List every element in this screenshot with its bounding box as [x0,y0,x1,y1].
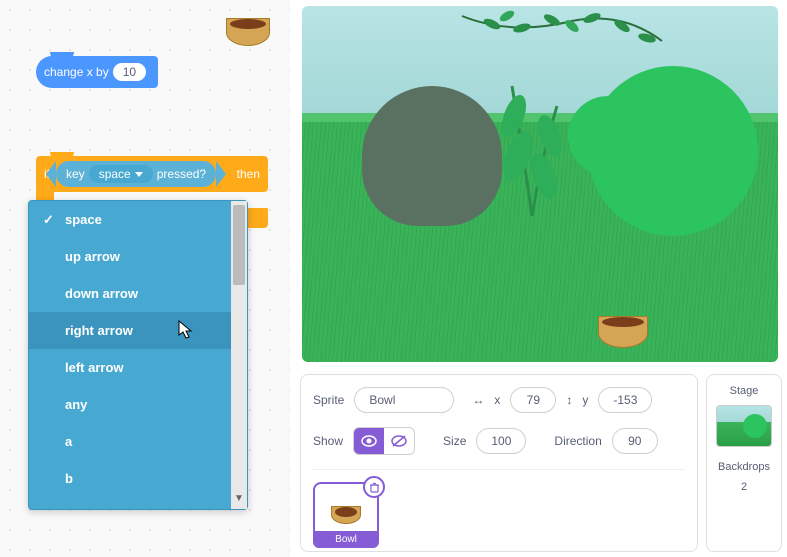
stage-bowl-sprite [598,316,648,348]
pressed-label: pressed? [157,167,206,181]
dropdown-item-space[interactable]: space [29,201,231,238]
scroll-down-icon[interactable]: ▼ [233,493,245,505]
change-x-by-block[interactable]: change x by 10 [36,56,158,88]
xy-icon: ↔ [472,393,484,407]
sprite-name-input[interactable]: Bowl [354,387,454,413]
stage-panel: Stage Backdrops 2 [706,374,782,552]
if-then-block[interactable]: if key space pressed? then [36,156,268,192]
chevron-down-icon [135,172,143,177]
y-input[interactable]: -153 [598,387,652,413]
direction-label: Direction [554,434,601,448]
show-label: Show [313,434,343,448]
block-label: change x by [44,65,109,79]
delete-sprite-button[interactable] [363,476,385,498]
backdrop-thumbnail[interactable] [716,405,772,447]
eye-icon [361,435,377,447]
backdrops-label: Backdrops [718,461,770,473]
x-input[interactable]: 79 [510,387,556,413]
x-label: x [494,393,500,407]
fern-plant [482,66,582,216]
dropdown-item-b[interactable]: b [29,460,231,497]
stage-preview [300,4,780,364]
hide-button[interactable] [384,428,414,454]
dropdown-item-a[interactable]: a [29,423,231,460]
dropdown-scrollbar[interactable]: ▼ [231,201,247,509]
dropdown-item-up-arrow[interactable]: up arrow [29,238,231,275]
key-pressed-block[interactable]: key space pressed? [56,161,216,187]
change-x-value-input[interactable]: 10 [113,63,146,81]
dropdown-item-down-arrow[interactable]: down arrow [29,275,231,312]
block-workspace[interactable]: change x by 10 if key space pressed? the… [0,0,290,557]
sprite-preview-bowl [226,18,270,46]
visibility-toggle [353,427,415,455]
trash-icon [369,482,380,493]
stage-title: Stage [730,385,759,397]
key-dropdown-menu[interactable]: spaceup arrowdown arrowright arrowleft a… [28,200,248,510]
direction-input[interactable]: 90 [612,428,658,454]
sprite-thumb-label: Bowl [313,531,379,548]
backdrops-count: 2 [741,481,747,493]
dropdown-item-c[interactable]: c [29,497,231,509]
dropdown-item-right-arrow[interactable]: right arrow [29,312,231,349]
dropdown-item-left-arrow[interactable]: left arrow [29,349,231,386]
size-input[interactable]: 100 [476,428,526,454]
key-dropdown[interactable]: space [89,165,153,183]
scrollbar-thumb[interactable] [233,205,245,285]
sprite-thumbnail-bowl[interactable]: Bowl [313,482,379,548]
y-label: y [582,393,588,407]
sprite-label: Sprite [313,393,344,407]
sprite-info-panel: Sprite Bowl ↔ x 79 ↕ y -153 Show Size 10… [300,374,698,552]
y-icon: ↕ [566,393,572,407]
eye-off-icon [391,435,407,447]
key-label: key [66,167,85,181]
then-label: then [237,167,260,181]
size-label: Size [443,434,466,448]
show-button[interactable] [354,428,384,454]
dropdown-item-any[interactable]: any [29,386,231,423]
